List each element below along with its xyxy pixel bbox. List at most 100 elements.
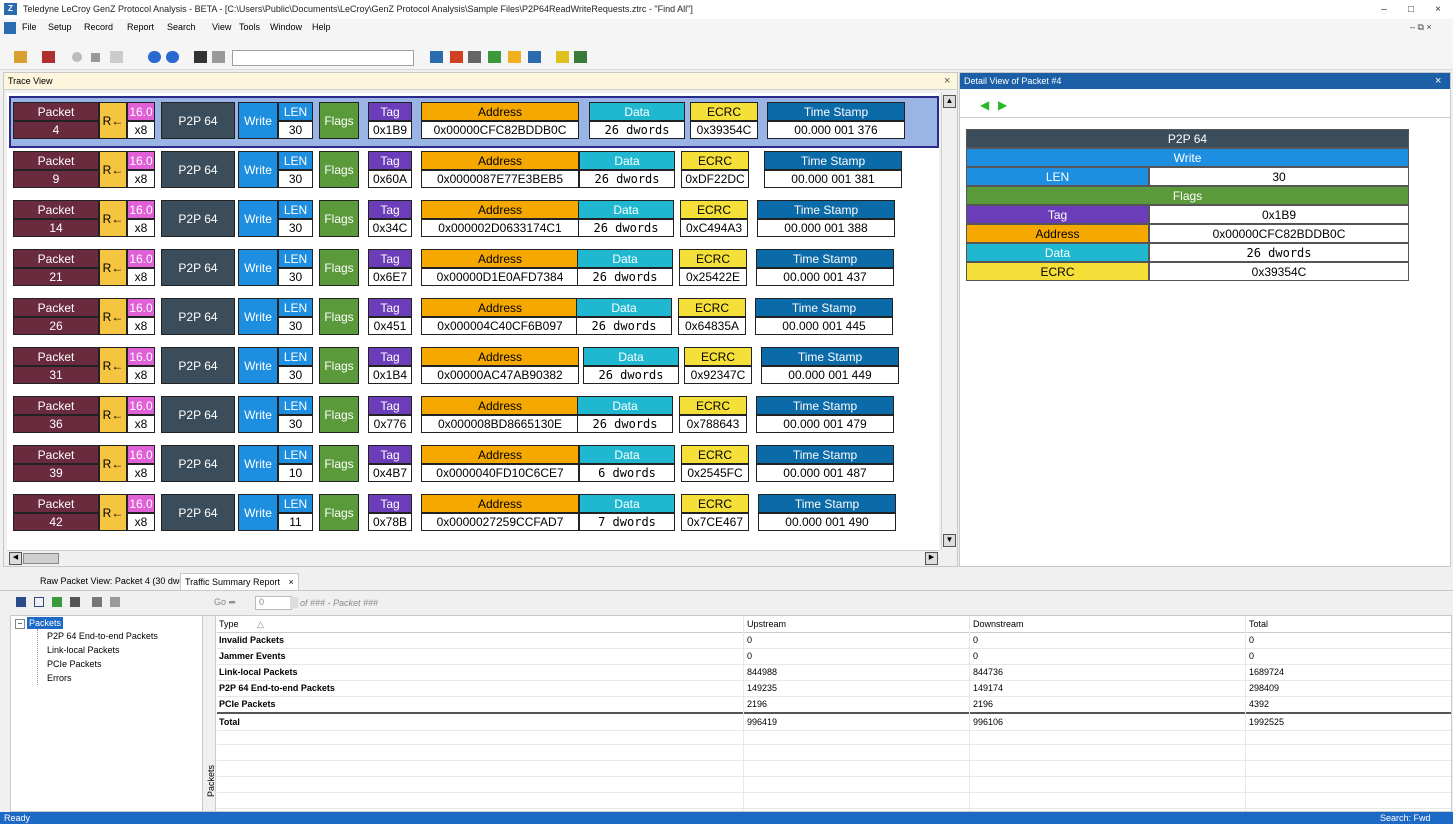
go-spinner[interactable] [290,597,298,608]
menu-record[interactable]: Record [84,22,113,32]
print-icon[interactable] [70,597,80,607]
table-row[interactable] [217,776,1451,793]
packet-number: 9 [13,170,99,188]
menu-view[interactable]: View [212,22,231,32]
minimize-button[interactable]: – [1374,2,1394,17]
copy-icon[interactable] [92,597,102,607]
speed-field: 16.0 [127,494,155,513]
h-scroll-thumb[interactable] [23,553,59,564]
table-row[interactable] [217,728,1451,745]
go-button[interactable]: Go ➦ [214,597,236,610]
table-row[interactable]: P2P 64 End-to-end Packets 149235 149174 298… [217,680,1451,697]
prev-arrow-icon[interactable]: ◀ [980,98,989,112]
packet-row[interactable]: Packet 21 R← 16.0 x8 P2P 64 Write LEN 30 Flags Tag… [11,249,939,287]
table-row[interactable] [217,760,1451,777]
stop-icon[interactable] [91,53,100,62]
collapse-icon[interactable]: − [15,619,25,629]
find-icon[interactable] [194,51,207,63]
packet-row[interactable]: Packet 42 R← 16.0 x8 P2P 64 Write LEN 11 Flags Tag… [11,494,939,532]
view-icon-1[interactable] [430,51,443,63]
flags-field: Flags [319,102,359,139]
packet-row[interactable]: Packet 26 R← 16.0 x8 P2P 64 Write LEN 30 Flags Tag… [11,298,939,336]
packet-row[interactable]: Packet 14 R← 16.0 x8 P2P 64 Write LEN 30 Flags Tag… [11,200,939,238]
tree-node-pcie[interactable]: PCIe Packets [47,659,102,669]
menu-setup[interactable]: Setup [48,22,72,32]
menu-window[interactable]: Window [270,22,302,32]
direction-field: R← [99,200,127,237]
trace-vertical-scrollbar[interactable]: ▲ ▼ [941,93,956,550]
col-upstream[interactable]: Upstream [747,616,786,632]
view-icon-8[interactable] [574,51,587,63]
hand-icon[interactable] [110,51,123,63]
trace-horizontal-scrollbar[interactable]: ◀ ▶ [7,550,939,565]
tree-node-errors[interactable]: Errors [47,673,72,683]
packet-label: Packet [13,445,99,464]
zoom-out-icon[interactable] [166,51,179,63]
tab-close-icon[interactable]: × [289,577,294,587]
save-icon[interactable] [16,597,26,607]
table-row[interactable]: PCIe Packets 2196 2196 4392 [217,696,1451,713]
document-icon[interactable] [4,22,16,34]
detail-data-value: 26 dwords [1149,243,1409,262]
find-next-icon[interactable] [212,51,225,63]
table-row[interactable]: Invalid Packets 0 0 0 [217,632,1451,649]
menu-report[interactable]: Report [127,22,154,32]
view-icon-7[interactable] [556,51,569,63]
next-arrow-icon[interactable]: ▶ [998,98,1007,112]
tab-raw-packet-view[interactable]: Raw Packet View: Packet 4 (30 dwords) [36,573,204,589]
table-row[interactable] [217,744,1451,761]
trace-view-header: Trace View × [4,73,957,90]
search-combo[interactable] [232,50,414,66]
scroll-down-arrow-icon[interactable]: ▼ [943,534,956,547]
search-direction: Search: Fwd [1380,813,1431,823]
table-row[interactable] [217,792,1451,809]
view-icon-6[interactable] [528,51,541,63]
table-row[interactable]: Link-local Packets 844988 844736 1689724 [217,664,1451,681]
row-type: Invalid Packets [219,635,285,645]
trace-close-button[interactable]: × [944,75,950,87]
close-button[interactable]: × [1428,2,1448,17]
window-icon[interactable] [34,597,44,607]
record-icon[interactable] [72,52,82,62]
menu-help[interactable]: Help [312,22,331,32]
table-row[interactable]: Jammer Events 0 0 0 [217,648,1451,665]
packet-row[interactable]: Packet 4 R← 16.0 x8 P2P 64 Write LEN 30 Flags Tag 0… [9,96,939,148]
tree-node-packets[interactable]: Packets [27,617,64,629]
address-value: 0x0000027259CCFAD7 [421,513,579,531]
col-type[interactable]: Type [219,616,239,632]
write-field: Write [238,102,278,139]
zoom-in-icon[interactable] [148,51,161,63]
maximize-button[interactable]: □ [1401,2,1421,17]
packet-row[interactable]: Packet 9 R← 16.0 x8 P2P 64 Write LEN 30 Flags Tag 0… [11,151,939,189]
col-total[interactable]: Total [1249,616,1268,632]
table-header-row: Type △ Upstream Downstream Total [217,616,1451,633]
scroll-right-arrow-icon[interactable]: ▶ [925,552,938,565]
view-icon-4[interactable] [488,51,501,63]
menu-file[interactable]: File [22,22,37,32]
packet-row[interactable]: Packet 36 R← 16.0 x8 P2P 64 Write LEN 30 Flags Tag… [11,396,939,434]
menu-search[interactable]: Search [167,22,196,32]
view-icon-2[interactable] [450,51,463,63]
tree-node-link-local[interactable]: Link-local Packets [47,645,120,655]
record-settings-icon[interactable] [42,51,55,63]
col-downstream[interactable]: Downstream [973,616,1024,632]
mdi-controls[interactable]: – ⧉ × [1410,22,1432,33]
menu-tools[interactable]: Tools [239,22,260,32]
tab-traffic-summary[interactable]: Traffic Summary Report × [180,573,299,590]
go-packet-input[interactable]: 0 [255,596,292,610]
direction-field: R← [99,445,127,482]
packet-row[interactable]: Packet 39 R← 16.0 x8 P2P 64 Write LEN 10 Flags Tag… [11,445,939,483]
export-icon[interactable] [52,597,62,607]
tree-node-p2p64[interactable]: P2P 64 End-to-end Packets [47,631,158,641]
scroll-left-arrow-icon[interactable]: ◀ [9,552,22,565]
view-icon-5[interactable] [508,51,521,63]
ecrc-value: 0xDF22DC [681,170,749,188]
scroll-up-arrow-icon[interactable]: ▲ [943,95,956,108]
open-folder-icon[interactable] [14,51,27,63]
tag-value: 0x451 [368,317,412,335]
compare-icon[interactable] [110,597,120,607]
data-label: Data [579,494,675,513]
packet-row[interactable]: Packet 31 R← 16.0 x8 P2P 64 Write LEN 30 Flags Tag… [11,347,939,385]
view-icon-3[interactable] [468,51,481,63]
detail-close-button[interactable]: × [1435,75,1441,87]
